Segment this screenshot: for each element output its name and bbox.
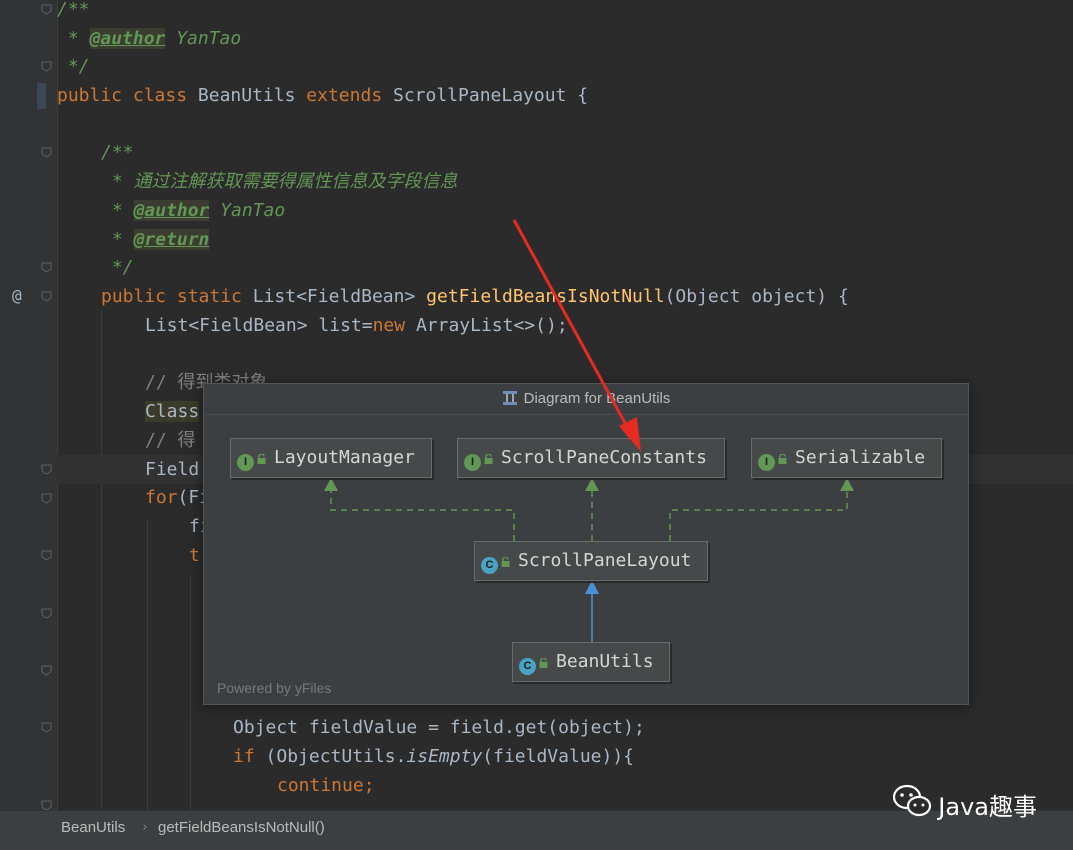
breadcrumb-class[interactable]: BeanUtils: [61, 811, 125, 844]
code-text: ArrayList<>();: [415, 315, 568, 336]
class-icon: C: [481, 557, 498, 574]
class-name: BeanUtils: [197, 85, 296, 106]
implements-edge-serializable: [669, 490, 848, 541]
code-text: (fieldValue)){: [482, 746, 634, 767]
lock-icon: [501, 543, 510, 581]
node-label: BeanUtils: [556, 651, 654, 672]
type: List<FieldBean>: [252, 286, 416, 307]
code-text: Class: [145, 401, 200, 422]
interface-icon: I: [237, 454, 254, 471]
method-call: isEmpty: [406, 746, 483, 767]
breadcrumb-separator: ›: [141, 820, 149, 835]
doc-comment: *: [57, 28, 90, 49]
code-text: (ObjectUtils.: [265, 746, 407, 767]
javadoc-tag: @author: [89, 28, 166, 49]
fold-marker-icon[interactable]: [41, 493, 52, 504]
edge-arrowhead: [585, 580, 599, 594]
interface-icon: I: [464, 454, 481, 471]
doc-comment: * 通过注解获取需要得属性信息及字段信息: [101, 171, 458, 192]
lock-icon: [484, 440, 493, 478]
breadcrumb-method[interactable]: getFieldBeansIsNotNull(): [158, 811, 325, 844]
wechat-icon: [892, 784, 932, 824]
fold-marker-icon[interactable]: [41, 4, 52, 15]
doc-comment: /**: [57, 0, 90, 20]
fold-marker-icon[interactable]: [41, 665, 52, 676]
edge-arrowhead: [585, 478, 599, 491]
lock-icon: [778, 440, 787, 478]
fold-marker-icon[interactable]: [41, 291, 52, 302]
code-text: Field: [145, 459, 200, 480]
javadoc-tag: @author: [133, 200, 210, 221]
implements-edge-layoutmanager: [330, 490, 515, 541]
diagram-popup[interactable]: Diagram for BeanUtils I LayoutManager I Sc…: [203, 383, 969, 705]
override-annotation-icon[interactable]: @: [12, 286, 22, 305]
doc-comment: YanTao: [165, 28, 242, 49]
watermark-text: Java趣事: [938, 792, 1037, 821]
lock-icon: [257, 440, 266, 478]
keyword: for: [145, 487, 178, 508]
keyword: extends: [306, 85, 383, 106]
doc-comment: */: [57, 56, 90, 77]
fold-marker-icon[interactable]: [41, 550, 52, 561]
edge-arrowhead: [324, 478, 338, 491]
node-label: LayoutManager: [274, 447, 415, 468]
javadoc-tag: @return: [133, 229, 210, 250]
node-layoutmanager[interactable]: I LayoutManager: [230, 438, 432, 478]
doc-comment: YanTao: [209, 200, 286, 221]
interface-icon: I: [758, 454, 775, 471]
doc-comment: /**: [101, 142, 134, 163]
keyword: class: [132, 85, 188, 106]
node-beanutils[interactable]: C BeanUtils: [512, 642, 670, 682]
code-text: fieldValue = field.get(object);: [308, 717, 645, 738]
params: (Object object) {: [664, 286, 849, 307]
edge-arrowhead: [840, 478, 854, 491]
doc-comment: *: [101, 200, 134, 221]
method-name: getFieldBeansIsNotNull: [426, 286, 665, 307]
node-label: ScrollPaneConstants: [501, 447, 707, 468]
node-label: Serializable: [795, 447, 926, 468]
class-icon: C: [519, 658, 536, 675]
doc-comment: *: [101, 229, 134, 250]
code-text: List<FieldBean> list=: [145, 315, 373, 336]
line-comment: // 得: [145, 430, 196, 451]
powered-by-label: Powered by yFiles: [217, 680, 332, 696]
fold-marker-icon[interactable]: [41, 722, 52, 733]
lock-icon: [539, 644, 548, 682]
fold-marker-icon[interactable]: [41, 608, 52, 619]
keyword: public static: [101, 286, 242, 307]
fold-marker-icon[interactable]: [41, 61, 52, 72]
fold-marker-icon[interactable]: [41, 262, 52, 273]
node-scrollpanelayout[interactable]: C ScrollPaneLayout: [474, 541, 708, 581]
keyword: new: [372, 315, 406, 336]
keyword: public: [57, 85, 123, 106]
node-scrollpaneconstants[interactable]: I ScrollPaneConstants: [457, 438, 725, 478]
change-marker: [37, 83, 46, 109]
fold-marker-icon[interactable]: [41, 147, 52, 158]
node-label: ScrollPaneLayout: [518, 550, 692, 571]
keyword: if: [233, 746, 255, 767]
type: Object: [233, 717, 299, 738]
editor-gutter: [0, 0, 57, 810]
fold-marker-icon[interactable]: [41, 464, 52, 475]
parent-class: ScrollPaneLayout {: [393, 85, 589, 106]
node-serializable[interactable]: I Serializable: [751, 438, 942, 478]
watermark: Java趣事: [892, 784, 1037, 824]
keyword: continue;: [277, 775, 375, 796]
doc-comment: */: [101, 257, 134, 278]
